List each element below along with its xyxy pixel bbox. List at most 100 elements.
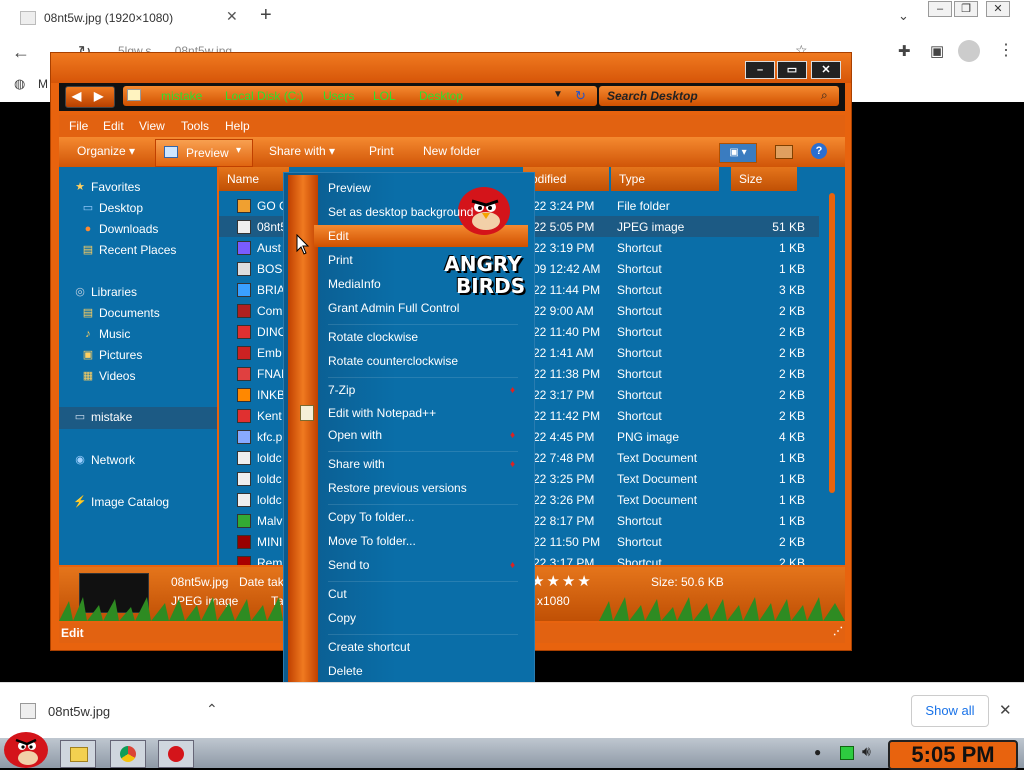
file-size: 4 KB: [778, 430, 805, 444]
nav-network[interactable]: ◉ Network: [59, 450, 217, 470]
explorer-maximize-button[interactable]: ▭: [777, 61, 807, 79]
column-size[interactable]: Size: [731, 167, 797, 191]
explorer-search-box[interactable]: Search Desktop ⌕: [599, 86, 839, 106]
preview-button[interactable]: Preview ▾: [155, 139, 253, 167]
refresh-icon[interactable]: ↻: [575, 88, 586, 104]
back-arrow-icon[interactable]: ◀: [72, 89, 81, 103]
nav-pictures[interactable]: ▣ Pictures: [59, 345, 217, 365]
view-options-icon[interactable]: ▣ ▾: [719, 143, 757, 163]
context-menu-item[interactable]: Edit with Notepad++: [328, 406, 436, 424]
close-download-bar-icon[interactable]: ✕: [999, 701, 1012, 719]
menu-file[interactable]: File: [69, 119, 88, 133]
context-menu-item[interactable]: MediaInfo: [328, 277, 381, 295]
context-menu-item[interactable]: Delete: [328, 664, 363, 682]
nav-documents[interactable]: ▤ Documents: [59, 303, 217, 323]
context-menu-item[interactable]: Copy To folder...: [328, 510, 415, 528]
context-menu: ANGRY BIRDS Preview Set as desktop backgr…: [283, 172, 535, 740]
help-icon[interactable]: ?: [811, 143, 827, 159]
taskbar-clock[interactable]: 5:05 PM: [888, 740, 1018, 770]
sidepanel-icon[interactable]: ▣: [930, 42, 944, 60]
breadcrumb-item[interactable]: Local Disk (C:): [225, 89, 304, 103]
address-dropdown-icon[interactable]: ▼: [553, 89, 563, 100]
context-menu-item[interactable]: Copy: [328, 611, 356, 629]
explorer-minimize-button[interactable]: –: [745, 61, 775, 79]
profile-avatar[interactable]: [958, 40, 980, 62]
nav-homegroup[interactable]: ▭ mistake: [59, 407, 217, 429]
context-menu-item[interactable]: Move To folder...: [328, 534, 416, 552]
context-menu-item[interactable]: Share with: [328, 457, 385, 475]
nav-favorites-label: Favorites: [91, 180, 141, 194]
start-button-angry-bird-icon[interactable]: [0, 726, 50, 768]
breadcrumb-item[interactable]: Desktop: [419, 89, 463, 103]
breadcrumb-item[interactable]: mistake: [161, 89, 202, 103]
context-menu-item[interactable]: Create shortcut: [328, 640, 410, 658]
bookmark-fragment[interactable]: M: [38, 77, 48, 91]
nav-image-catalog[interactable]: ⚡ Image Catalog: [59, 492, 217, 512]
context-menu-item[interactable]: 7-Zip: [328, 383, 355, 401]
show-all-button[interactable]: Show all: [911, 695, 989, 727]
column-name[interactable]: Name: [219, 167, 289, 191]
tab-close-icon[interactable]: ✕: [226, 8, 238, 25]
back-icon[interactable]: ←: [12, 42, 30, 63]
tray-network-icon[interactable]: [840, 746, 854, 760]
minimize-button[interactable]: –: [928, 1, 952, 17]
browser-tab[interactable]: 08nt5w.jpg (1920×1080) ✕: [8, 2, 246, 34]
preview-pane-icon[interactable]: [775, 145, 793, 159]
nav-favorites[interactable]: ★ Favorites: [59, 177, 217, 197]
download-filename[interactable]: 08nt5w.jpg: [48, 704, 110, 719]
globe-icon: ◍: [14, 76, 26, 91]
taskbar-chrome-button[interactable]: [110, 740, 146, 768]
explorer-address-bar[interactable]: mistake Local Disk (C:) Users LOL Deskto…: [123, 86, 597, 106]
forward-arrow-icon[interactable]: ▶: [94, 89, 103, 103]
file-type: Shortcut: [617, 409, 662, 423]
context-menu-item[interactable]: Preview: [328, 181, 371, 199]
download-chevron-icon[interactable]: ⌃: [206, 701, 218, 718]
breadcrumb-item[interactable]: Users: [323, 89, 354, 103]
volume-icon[interactable]: 🔊︎: [862, 743, 871, 760]
nav-libraries[interactable]: ◎ Libraries: [59, 282, 217, 302]
context-menu-item[interactable]: Open with: [328, 428, 382, 446]
breadcrumb-item[interactable]: LOL: [373, 89, 396, 103]
taskbar-app-button[interactable]: [158, 740, 194, 768]
context-menu-item[interactable]: Restore previous versions: [328, 481, 467, 499]
back-forward-buttons[interactable]: ◀ ▶: [65, 86, 115, 108]
context-menu-item[interactable]: Send to: [328, 558, 369, 576]
print-button[interactable]: Print: [369, 144, 394, 158]
preview-dropdown-icon[interactable]: ▾: [236, 145, 241, 156]
new-folder-button[interactable]: New folder: [423, 144, 480, 158]
nav-recent-places[interactable]: ▤ Recent Places: [59, 240, 217, 260]
close-window-button[interactable]: ✕: [986, 1, 1010, 17]
nav-downloads[interactable]: ● Downloads: [59, 219, 217, 239]
menu-view[interactable]: View: [139, 119, 165, 133]
nav-videos[interactable]: ▦ Videos: [59, 366, 217, 386]
context-menu-item[interactable]: Rotate counterclockwise: [328, 354, 458, 372]
tray-circle-icon[interactable]: ●: [814, 745, 821, 759]
context-menu-item[interactable]: Set as desktop background: [328, 205, 473, 223]
restore-button[interactable]: ❐: [954, 1, 978, 17]
vertical-scrollbar[interactable]: [829, 193, 835, 493]
angry-bird-taskbar-icon: [168, 746, 184, 762]
taskbar-explorer-button[interactable]: [60, 740, 96, 768]
menu-tools[interactable]: Tools: [181, 119, 209, 133]
rating-stars[interactable]: ★★★★: [531, 572, 593, 590]
context-menu-item[interactable]: Cut: [328, 587, 347, 605]
share-with-button[interactable]: Share with ▾: [269, 144, 335, 158]
column-type[interactable]: Type: [611, 167, 719, 191]
context-menu-item[interactable]: Print: [328, 253, 353, 271]
menu-help[interactable]: Help: [225, 119, 250, 133]
explorer-close-button[interactable]: ✕: [811, 61, 841, 79]
resize-grip-icon[interactable]: ⋰: [833, 626, 843, 637]
context-menu-item[interactable]: Grant Admin Full Control: [328, 301, 459, 319]
nav-desktop[interactable]: ▭ Desktop: [59, 198, 217, 218]
menu-dots-icon[interactable]: ⋮: [998, 40, 1014, 60]
nav-music[interactable]: ♪ Music: [59, 324, 217, 344]
extensions-icon[interactable]: ✚: [898, 42, 911, 60]
tab-search-icon[interactable]: ⌄: [898, 8, 909, 24]
column-modified[interactable]: odified: [523, 167, 609, 191]
menu-edit[interactable]: Edit: [103, 119, 124, 133]
nav-music-label: Music: [99, 327, 131, 341]
context-menu-item[interactable]: Rotate clockwise: [328, 330, 418, 348]
new-tab-button[interactable]: +: [260, 4, 272, 27]
context-menu-item[interactable]: Edit: [328, 229, 349, 247]
organize-button[interactable]: Organize ▾: [77, 144, 135, 158]
